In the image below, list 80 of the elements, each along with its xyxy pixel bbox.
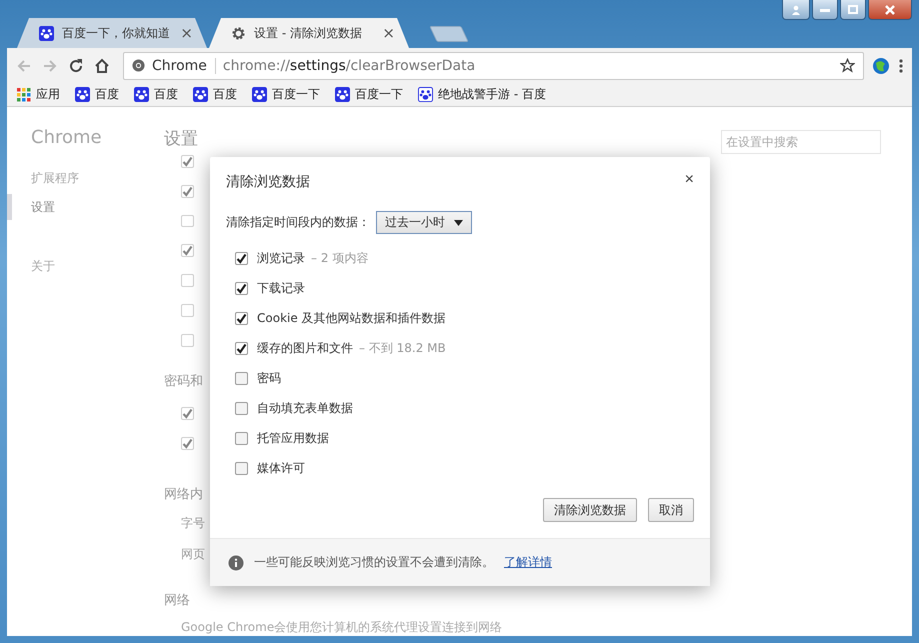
dialog-title: 清除浏览数据: [226, 173, 310, 191]
setting-description: Google Chrome会使用您计算机的系统代理设置连接到网络: [181, 618, 502, 636]
footer-note: 一些可能反映浏览习惯的设置不会遭到清除。: [254, 554, 494, 571]
checkbox[interactable]: [235, 342, 248, 354]
close-icon[interactable]: ×: [180, 24, 193, 42]
checkbox[interactable]: [235, 372, 248, 384]
info-icon: [228, 554, 244, 570]
setting-label: 网页: [181, 546, 205, 563]
site-label: Chrome: [152, 58, 216, 74]
paw-icon: [335, 87, 350, 102]
bookmark[interactable]: 绝地战警手游 - 百度: [418, 86, 546, 103]
home-icon[interactable]: [93, 56, 111, 74]
search-field[interactable]: 在设置中搜索: [721, 130, 881, 154]
minimize-button[interactable]: [812, 0, 838, 20]
tab-title: 设置 - 清除浏览数据: [254, 24, 363, 42]
tab-title: 百度一下，你就知道: [62, 24, 171, 42]
time-range-dropdown[interactable]: 过去一小时: [376, 211, 472, 234]
menu-icon[interactable]: [898, 58, 904, 74]
bookmark[interactable]: 应用: [17, 86, 60, 103]
bookmark[interactable]: 百度: [193, 86, 237, 103]
checkbox[interactable]: [235, 252, 248, 264]
reload-icon[interactable]: [67, 56, 85, 74]
apps-grid-icon: [17, 88, 31, 102]
setting-label: 字号: [181, 514, 205, 532]
paw-icon: [193, 87, 208, 102]
star-icon[interactable]: [840, 58, 855, 73]
user-button[interactable]: [782, 0, 810, 20]
option-label: Cookie 及其他网站数据和插件数据: [257, 310, 446, 326]
close-icon: [885, 4, 895, 14]
option-label: 媒体许可: [257, 460, 305, 476]
bookmark[interactable]: 百度一下: [335, 86, 403, 103]
checkbox[interactable]: [235, 432, 248, 444]
range-label: 清除指定时间段内的数据：: [226, 214, 370, 231]
bookmark[interactable]: 百度: [75, 86, 119, 103]
selection-bar: [7, 194, 12, 220]
bookmark[interactable]: 百度一下: [252, 86, 320, 103]
sidebar-item[interactable]: 设置: [31, 199, 55, 216]
paw-icon: [39, 26, 54, 40]
section-heading: 网络: [164, 592, 190, 609]
checkbox[interactable]: [235, 282, 248, 294]
extension-icon[interactable]: [872, 56, 890, 74]
option-label: 浏览记录: [257, 250, 305, 266]
settings-icon: [231, 26, 246, 40]
close-button[interactable]: ×: [684, 171, 694, 189]
sidebar-title: Chrome: [31, 127, 102, 148]
option-label: 密码: [257, 370, 281, 386]
option-label: 托管应用数据: [257, 430, 329, 446]
section-heading: 密码和: [164, 372, 203, 390]
close-button[interactable]: [868, 0, 912, 20]
close-icon[interactable]: ×: [382, 24, 395, 42]
checkbox[interactable]: [181, 154, 194, 168]
checkbox[interactable]: [235, 312, 248, 324]
paw-icon: [75, 87, 90, 102]
option-label: 下载记录: [257, 280, 305, 296]
option-detail: – 2 项内容: [311, 250, 368, 266]
checkbox[interactable]: [181, 184, 194, 198]
section-heading: 网络内: [164, 486, 203, 503]
learn-more-link[interactable]: 了解详情: [504, 554, 552, 571]
address-bar[interactable]: Chrome chrome://settings/clearBrowserData: [123, 52, 864, 80]
option-detail: – 不到 18.2 MB: [359, 340, 446, 356]
clear-data-button[interactable]: 清除浏览数据: [543, 498, 637, 522]
checkbox[interactable]: [235, 462, 248, 474]
url-text: chrome://settings/clearBrowserData: [222, 58, 476, 74]
cancel-button[interactable]: 取消: [648, 498, 694, 522]
option-label: 缓存的图片和文件: [257, 340, 353, 356]
option-label: 自动填充表单数据: [257, 400, 353, 416]
browser-tab[interactable]: 百度一下，你就知道 ×: [17, 18, 207, 48]
paw-icon: [134, 87, 149, 102]
maximize-icon: [848, 5, 858, 14]
caret-icon: [454, 220, 463, 226]
chrome-icon: [132, 59, 145, 72]
checkbox[interactable]: [235, 402, 248, 414]
paw-icon: [418, 87, 433, 102]
minimize-icon: [820, 8, 830, 12]
bookmark[interactable]: 百度: [134, 86, 178, 103]
browser-tab[interactable]: 设置 - 清除浏览数据 ×: [209, 18, 409, 48]
paw-icon: [252, 87, 267, 102]
user-icon: [791, 4, 801, 14]
page-heading: 设置: [164, 128, 198, 151]
maximize-button[interactable]: [840, 0, 866, 20]
